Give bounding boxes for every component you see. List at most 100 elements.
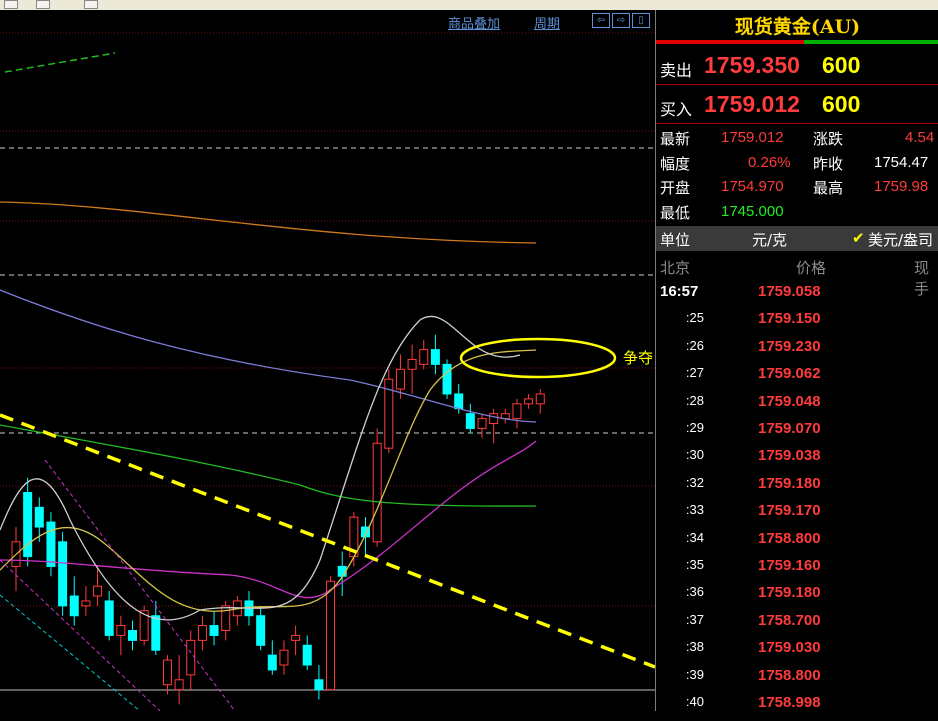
nav-right-icon[interactable]: ⇨ [612,13,630,28]
tick-row: :32 1759.180 [656,475,938,502]
candle-body [419,349,429,365]
prev-close-value: 1754.47 [874,154,929,171]
candle-body [197,625,207,641]
tick-time: :35 [685,557,704,572]
period-button[interactable]: 周期 [534,13,560,32]
tick-time: :37 [685,611,704,627]
tick-price: 1759.180 [758,584,821,602]
tick-price: 1759.070 [758,420,821,437]
bid-ask-ratio-bar [656,40,938,44]
tick-price: 1759.058 [758,283,821,300]
tick-time: :34 [685,529,704,545]
sell-quote: 卖出 1759.350 600 [656,47,938,85]
buy-quote: 买入 1759.012 600 [656,86,938,124]
candle-body [291,634,301,641]
tick-price: 1759.062 [758,365,821,383]
candle-body [326,580,336,691]
amplitude-label: 幅度 [660,155,691,173]
tick-time: :38 [685,639,704,655]
amplitude-value: 0.26% [748,154,791,171]
tick-row: :34 1758.800 [656,530,938,557]
candle-body [302,644,312,666]
candle-body [279,649,289,666]
nav-left-icon[interactable]: ⇦ [592,13,610,28]
quote-panel: 现货黄金(AU) 卖出 1759.350 600 买入 1759.012 600… [655,10,938,711]
tick-time: :26 [685,337,704,353]
unit-alt-option[interactable]: 美元/盎司 [868,229,933,250]
tick-row: :25 1759.150 [656,310,938,337]
instrument-title: 现货黄金(AU) [734,16,861,38]
candle-body [512,403,522,420]
tick-row: :28 1759.048 [656,393,938,420]
chart-annotation: 争夺 [623,349,654,367]
tick-price: 1759.180 [758,474,821,492]
candle-body [372,442,382,543]
latest-value: 1759.012 [721,129,784,146]
candle-body [174,679,184,691]
candle-body [34,506,44,528]
open-label: 开盘 [660,179,691,197]
minimize-button[interactable] [4,0,18,9]
ma-orange-line [0,201,537,244]
channel-line-magenta [44,459,236,711]
unit-bar: 单位 元/克 ✔ 美元/盎司 [656,226,938,251]
ma-green-dashed-segment [4,52,116,73]
tick-time: :32 [685,474,704,490]
tick-price: 1759.160 [758,557,821,574]
tick-row: :33 1759.170 [656,502,938,529]
sell-label: 卖出 [660,61,693,80]
tick-price: 1759.038 [758,447,821,465]
tick-row: :29 1759.070 [656,420,938,447]
tick-time: :40 [685,694,704,709]
tick-time: 16:57 [660,283,699,300]
highlight-ellipse [459,337,617,379]
change-value: 4.54 [905,129,935,146]
candle-body [489,413,499,425]
candle-body [46,521,56,567]
tick-price: 1759.230 [758,337,821,355]
tick-time: :36 [685,584,704,600]
checkmark-icon: ✔ [852,229,865,247]
tick-time: :39 [685,666,704,682]
tick-row: :26 1759.230 [656,338,938,365]
candle-body [395,368,405,390]
high-label: 最高 [813,179,844,197]
tick-time: :28 [685,392,704,408]
candle-body [93,585,103,597]
candle-body [267,654,277,671]
tick-time: :30 [685,447,704,463]
tick-row: :27 1759.062 [656,365,938,392]
candle-body [407,358,417,370]
tick-row: :35 1759.160 [656,557,938,584]
buy-volume: 600 [822,91,861,117]
tick-time: :29 [685,420,704,435]
low-value: 1745.000 [721,203,784,220]
candle-body [314,679,324,691]
close-button[interactable] [84,0,98,9]
tick-price: 1758.998 [758,694,821,711]
unit-value[interactable]: 元/克 [752,229,787,250]
latest-label: 最新 [660,130,691,148]
candle-body [58,541,68,607]
tick-row: :30 1759.038 [656,447,938,474]
candle-body [221,605,231,632]
high-value: 1759.98 [874,178,929,195]
tick-row: :36 1759.180 [656,584,938,611]
tick-row: :37 1758.700 [656,612,938,639]
expand-icon[interactable]: ▯ [632,13,650,28]
ma-mid-line [0,349,537,612]
candle-body [465,413,475,429]
maximize-button[interactable] [36,0,50,9]
ma-short-line [0,315,521,621]
candle-body [524,398,534,405]
tick-price: 1758.800 [758,529,821,547]
chart-toolbar: 商品叠加 周期 ⇦ ⇨ ▯ [0,10,655,32]
candlestick-chart[interactable] [0,10,655,711]
tick-row: :39 1758.800 [656,667,938,694]
tick-price: 1759.030 [758,639,821,657]
tick-price: 1759.170 [758,502,821,520]
candle-body [535,393,545,405]
tick-row: 16:57 1759.058 [656,283,938,310]
tick-price: 1759.048 [758,392,821,410]
overlay-button[interactable]: 商品叠加 [448,13,500,32]
